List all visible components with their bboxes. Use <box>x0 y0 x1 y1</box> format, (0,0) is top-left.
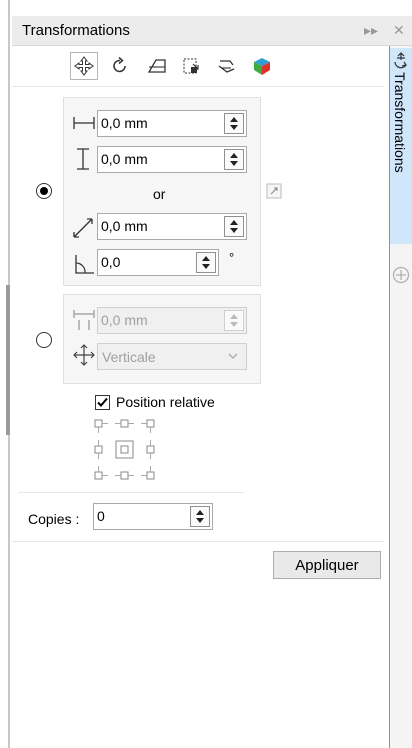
checkmark-icon <box>97 397 108 407</box>
position-x-field[interactable]: 0,0 mm <box>97 110 247 137</box>
distance-stepper[interactable] <box>224 216 244 237</box>
spacing-icon <box>73 310 95 330</box>
position-y-stepper[interactable] <box>224 149 244 170</box>
alternate-distance-stepper[interactable] <box>224 310 244 331</box>
relative-position-label: Position relative <box>116 394 215 410</box>
scale-mirror-mode-button[interactable] <box>143 52 171 80</box>
vertical-position-icon <box>77 148 89 170</box>
color-cube-button[interactable] <box>248 52 276 80</box>
link-icon[interactable] <box>266 183 282 199</box>
resize-grip[interactable] <box>6 285 10 435</box>
copies-separator <box>18 492 244 493</box>
color-cube-icon <box>254 58 270 75</box>
absolute-mode-radio[interactable] <box>36 183 52 199</box>
chevron-down-icon <box>228 353 238 359</box>
toolbar-separator <box>12 86 384 87</box>
relative-mode-radio[interactable] <box>36 332 52 348</box>
relative-position-checkbox[interactable] <box>95 395 110 410</box>
alternate-distance-field[interactable]: 0,0 mm <box>97 307 247 334</box>
horizontal-position-icon <box>73 117 95 129</box>
collapse-arrows-icon[interactable]: ▸▸ <box>364 21 378 39</box>
position-icon <box>74 56 94 76</box>
position-mode-button[interactable] <box>70 52 98 80</box>
apply-button[interactable]: Appliquer <box>273 551 381 579</box>
or-label: or <box>153 186 166 202</box>
distance-field[interactable]: 0,0 mm <box>97 213 247 240</box>
size-icon <box>183 58 199 74</box>
position-x-stepper[interactable] <box>224 113 244 134</box>
copies-label: Copies : <box>28 511 80 527</box>
scale-mirror-icon <box>147 59 166 73</box>
direction-icon <box>73 344 95 366</box>
rotate-mode-button[interactable] <box>106 52 134 80</box>
panel-title-bar: Transformations ▸▸ ✕ <box>12 16 412 46</box>
skew-mode-button[interactable] <box>212 52 240 80</box>
anchor-point-grid[interactable] <box>92 417 162 483</box>
angle-icon <box>75 255 94 274</box>
copies-field[interactable]: 0 <box>93 503 213 530</box>
transform-tab-icon <box>394 52 407 69</box>
tab-transformations[interactable]: Transformations <box>390 48 412 244</box>
panel-title: Transformations <box>22 22 130 39</box>
close-icon[interactable]: ✕ <box>393 21 405 39</box>
apply-separator <box>12 541 384 542</box>
angle-unit: ° <box>229 250 235 265</box>
side-tab-label: Transformations <box>392 72 408 173</box>
angle-stepper[interactable] <box>196 252 216 273</box>
add-tab-icon[interactable] <box>392 266 410 284</box>
distance-icon <box>73 218 93 238</box>
skew-icon <box>218 60 235 73</box>
angle-field[interactable]: 0,0 <box>97 249 219 276</box>
size-mode-button[interactable] <box>177 52 205 80</box>
copies-stepper[interactable] <box>190 506 210 527</box>
left-frame-edge <box>6 0 10 748</box>
direction-select[interactable]: Verticale <box>97 343 247 370</box>
position-y-field[interactable]: 0,0 mm <box>97 146 247 173</box>
rotate-icon <box>113 56 126 73</box>
